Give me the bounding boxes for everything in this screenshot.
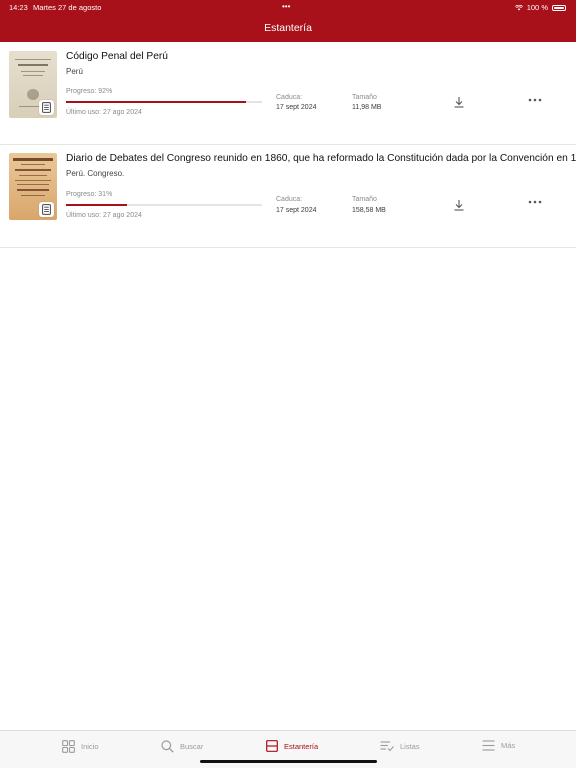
- wifi-icon: [514, 4, 523, 10]
- last-use: Último uso: 27 ago 2024: [66, 109, 142, 116]
- expires-label: Caduca:: [276, 196, 303, 203]
- top-bar: 14:23 Martes 27 de agosto ••• 100 % Esta…: [0, 0, 576, 42]
- tab-label: Listas: [400, 741, 420, 751]
- tab-mas[interactable]: Más: [482, 740, 515, 751]
- size-label: Tamaño: [352, 196, 377, 203]
- page-title: Estantería: [264, 22, 312, 34]
- book-cover[interactable]: [9, 153, 57, 220]
- multitasking-dots-icon[interactable]: •••: [282, 2, 290, 11]
- status-right: 100 %: [514, 3, 566, 12]
- size-label: Tamaño: [352, 94, 377, 101]
- tab-listas[interactable]: Listas: [380, 740, 420, 752]
- size-value: 158,58 MB: [352, 207, 386, 214]
- more-icon[interactable]: [528, 98, 542, 102]
- progress-bar: [66, 204, 262, 206]
- status-bar: 14:23 Martes 27 de agosto ••• 100 %: [0, 0, 576, 14]
- book-title[interactable]: Código Penal del Perú: [66, 51, 168, 62]
- progress-bar: [66, 101, 262, 103]
- progress-label: Progreso: 92%: [66, 88, 113, 95]
- shelf-icon: [266, 740, 278, 752]
- tab-label: Estantería: [284, 741, 319, 751]
- tab-label: Buscar: [180, 742, 204, 751]
- home-indicator[interactable]: [200, 760, 377, 763]
- tab-inicio[interactable]: Inicio: [62, 740, 99, 753]
- expires-value: 17 sept 2024: [276, 207, 317, 214]
- battery-percent: 100 %: [526, 3, 548, 12]
- more-icon[interactable]: [528, 200, 542, 204]
- download-icon[interactable]: [453, 96, 465, 108]
- tab-buscar[interactable]: Buscar: [161, 740, 203, 753]
- expires-label: Caduca:: [276, 94, 303, 101]
- book-author: Perú. Congreso.: [66, 169, 125, 178]
- menu-icon: [482, 740, 495, 751]
- list-item[interactable]: Código Penal del Perú Perú Progreso: 92%…: [0, 42, 576, 145]
- grid-icon: [62, 740, 75, 753]
- book-title[interactable]: Diario de Debates del Congreso reunido e…: [66, 153, 576, 164]
- download-icon[interactable]: [453, 199, 465, 211]
- progress-fill: [66, 204, 127, 206]
- tab-estanteria[interactable]: Estantería: [266, 740, 318, 752]
- tab-label: Inicio: [81, 742, 99, 751]
- list-icon: [380, 741, 394, 752]
- book-cover[interactable]: [9, 51, 57, 118]
- battery-icon: [552, 4, 566, 11]
- list-item[interactable]: Diario de Debates del Congreso reunido e…: [0, 145, 576, 248]
- last-use: Último uso: 27 ago 2024: [66, 212, 142, 219]
- progress-label: Progreso: 31%: [66, 191, 113, 198]
- tab-label: Más: [501, 741, 516, 750]
- document-icon: [39, 202, 54, 217]
- search-icon: [161, 740, 174, 753]
- book-author: Perú: [66, 67, 83, 76]
- expires-value: 17 sept 2024: [276, 104, 317, 111]
- progress-fill: [66, 101, 247, 103]
- document-icon: [39, 100, 54, 115]
- size-value: 11,98 MB: [352, 104, 382, 111]
- status-time: 14:23: [9, 3, 28, 12]
- status-date: Martes 27 de agosto: [33, 3, 102, 12]
